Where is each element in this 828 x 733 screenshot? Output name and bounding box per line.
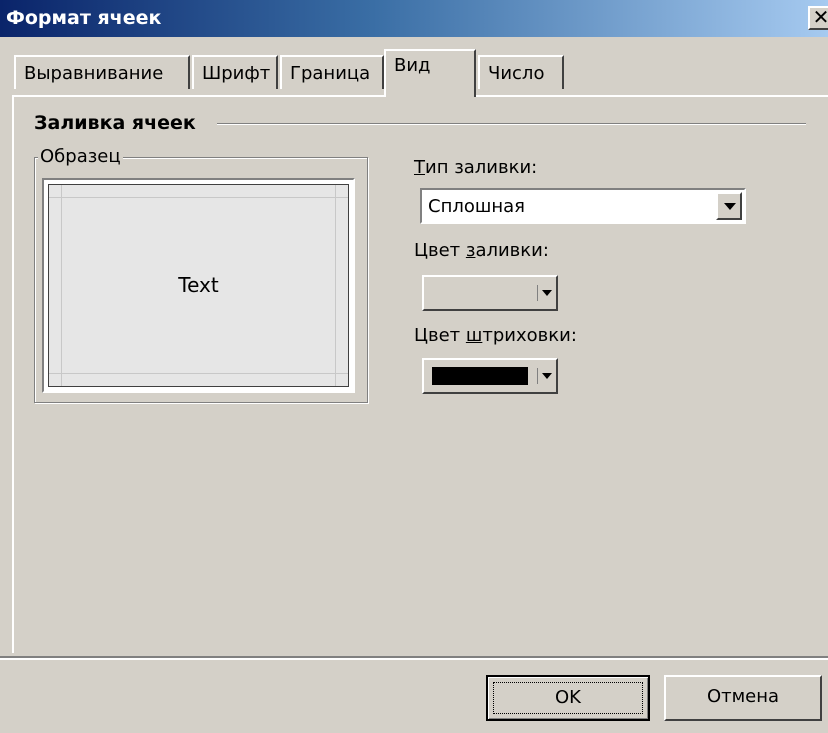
label-text: триховки:	[482, 325, 577, 346]
fill-type-select[interactable]: Сплошная	[420, 188, 746, 224]
group-divider	[217, 123, 806, 125]
tab-alignment[interactable]: Выравнивание	[14, 55, 190, 89]
footer-divider	[0, 656, 828, 660]
tab-view[interactable]: Вид	[384, 49, 476, 97]
tab-number[interactable]: Число	[478, 55, 564, 89]
label-text: Цвет	[414, 325, 466, 346]
preview-cell: Text	[48, 184, 349, 387]
label-text: ип заливки:	[425, 157, 538, 178]
sample-label: Образец	[38, 146, 123, 167]
hatch-color-swatch	[432, 367, 528, 385]
fill-type-label: Тип заливки:	[414, 157, 537, 178]
fill-type-value: Сплошная	[428, 196, 525, 217]
dropdown-button[interactable]	[716, 192, 742, 220]
ok-label: OK	[493, 682, 643, 714]
chevron-down-icon	[724, 203, 736, 210]
fill-color-picker[interactable]	[422, 275, 558, 311]
format-cells-dialog: Формат ячеек ✕ Выравнивание Шрифт Границ…	[0, 0, 828, 733]
tab-font[interactable]: Шрифт	[192, 55, 278, 89]
divider	[537, 368, 538, 384]
tab-strip: Выравнивание Шрифт Граница Вид Число	[0, 49, 828, 97]
chevron-down-icon	[542, 373, 552, 379]
close-icon[interactable]: ✕	[808, 6, 828, 30]
preview-text: Text	[178, 273, 219, 297]
grid-line	[49, 373, 348, 374]
sample-preview: Text	[42, 178, 355, 393]
chevron-down-icon	[542, 290, 552, 296]
fill-group-title: Заливка ячеек	[34, 112, 196, 134]
window-title: Формат ячеек	[6, 7, 162, 29]
accel-key: ш	[465, 325, 483, 346]
cancel-button[interactable]: Отмена	[664, 675, 822, 721]
accel-key: Т	[414, 157, 425, 178]
title-bar[interactable]: Формат ячеек ✕	[0, 0, 828, 40]
label-text: аливки:	[475, 240, 549, 261]
hatch-color-label: Цвет штриховки:	[414, 325, 577, 346]
fill-color-label: Цвет заливки:	[414, 240, 549, 261]
hatch-color-picker[interactable]	[422, 358, 558, 394]
divider	[537, 285, 538, 301]
fill-color-swatch	[432, 284, 528, 302]
grid-line	[49, 197, 348, 198]
ok-button[interactable]: OK	[486, 675, 650, 721]
tab-border[interactable]: Граница	[280, 55, 384, 89]
label-text: Цвет	[414, 240, 466, 261]
